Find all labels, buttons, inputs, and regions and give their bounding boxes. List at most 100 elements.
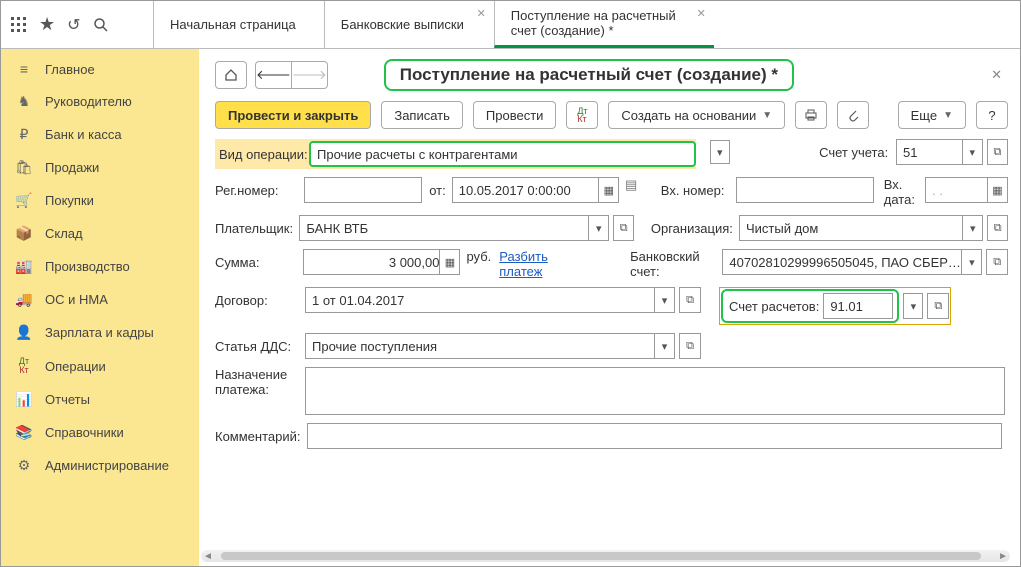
nav-reports[interactable]: 📊Отчеты [1, 383, 199, 416]
payer-combo[interactable]: БАНК ВТБ▾ [299, 215, 609, 241]
calendar-icon[interactable]: ▦ [598, 178, 618, 202]
menu-icon: ≡ [15, 61, 33, 77]
date-input[interactable]: 10.05.2017 0:00:00▦ [452, 177, 620, 203]
nav-sales[interactable]: 🛍Продажи [1, 151, 199, 184]
chart-icon: 📊 [15, 391, 33, 408]
page-title: Поступление на расчетный счет (создание)… [384, 59, 794, 91]
tab-home[interactable]: Начальная страница [153, 1, 324, 48]
dds-label: Статья ДДС: [215, 333, 305, 359]
in-date-label: Вх. дата: [884, 177, 925, 207]
nav-main[interactable]: ≡Главное [1, 53, 199, 85]
nav-hr[interactable]: 👤Зарплата и кадры [1, 316, 199, 349]
tab-bar: Начальная страница Банковские выписки✕ П… [153, 1, 1020, 48]
split-payment-link[interactable]: Разбить платеж [499, 249, 593, 279]
nav-bank[interactable]: ₽Банк и касса [1, 118, 199, 151]
settle-acct-label: Счет расчетов: [729, 299, 823, 314]
dds-open-button[interactable]: ⧉ [679, 333, 701, 359]
nav-warehouse[interactable]: 📦Склад [1, 217, 199, 250]
op-type-label: Вид операции: [219, 141, 309, 167]
manager-icon: ♞ [15, 93, 33, 110]
attach-button[interactable] [837, 101, 869, 129]
dtct-icon: ДтКт [15, 357, 33, 375]
bank-acct-open-button[interactable]: ⧉ [986, 249, 1008, 275]
nav-admin[interactable]: ⚙Администрирование [1, 449, 199, 482]
account-combo[interactable]: 51▾ [896, 139, 983, 165]
books-icon: 📚 [15, 424, 33, 441]
from-label: от: [422, 177, 452, 203]
apps-icon[interactable] [11, 17, 27, 33]
bank-acct-label: Банковский счет: [630, 249, 722, 279]
comment-input[interactable] [307, 423, 1002, 449]
home-button[interactable] [215, 61, 247, 89]
sum-label: Сумма: [215, 249, 303, 275]
nav-purchases[interactable]: 🛒Покупки [1, 184, 199, 217]
nav-production[interactable]: 🏭Производство [1, 250, 199, 283]
title-row: 🡐 🡒 Поступление на расчетный счет (созда… [215, 59, 1008, 91]
org-label: Организация: [651, 215, 739, 241]
ruble-icon: ₽ [15, 126, 33, 143]
gear-icon: ⚙ [15, 457, 33, 474]
more-button[interactable]: Еще▼ [898, 101, 966, 129]
system-buttons: ★ ↺ [1, 1, 153, 48]
bag-icon: 🛍 [15, 159, 33, 176]
payer-open-button[interactable]: ⧉ [613, 215, 634, 241]
in-no-label: Вх. номер: [661, 177, 736, 203]
tab-receipt-create[interactable]: Поступление на расчетный счет (создание)… [494, 1, 714, 48]
nav-operations[interactable]: ДтКтОперации [1, 349, 199, 383]
bank-acct-combo[interactable]: 40702810299996505045, ПАО СБЕРБАНК▾ [722, 249, 982, 275]
nav-assets[interactable]: 🚚ОС и НМА [1, 283, 199, 316]
contract-combo[interactable]: 1 от 01.04.2017▾ [305, 287, 675, 313]
settle-acct-open-button[interactable]: ⧉ [927, 293, 949, 319]
person-icon: 👤 [15, 324, 33, 341]
tab-bank-statements[interactable]: Банковские выписки✕ [324, 1, 494, 48]
content-area: 🡐 🡒 Поступление на расчетный счет (созда… [199, 49, 1020, 566]
top-bar: ★ ↺ Начальная страница Банковские выписк… [1, 1, 1020, 49]
sum-input[interactable]: 3 000,00▦ [303, 249, 460, 275]
linked-icon: ▤ [623, 177, 639, 193]
factory-icon: 🏭 [15, 258, 33, 275]
nav-sidebar: ≡Главное ♞Руководителю ₽Банк и касса 🛍Пр… [1, 49, 199, 566]
nav-manager[interactable]: ♞Руководителю [1, 85, 199, 118]
currency-label: руб. [466, 249, 491, 264]
regno-label: Рег.номер: [215, 177, 304, 203]
post-button[interactable]: Провести [473, 101, 557, 129]
create-based-button[interactable]: Создать на основании▼ [608, 101, 785, 129]
calc-icon[interactable]: ▦ [439, 250, 459, 274]
history-icon[interactable]: ↺ [67, 15, 80, 35]
help-button[interactable]: ? [976, 101, 1008, 129]
post-and-close-button[interactable]: Провести и закрыть [215, 101, 371, 129]
comment-label: Комментарий: [215, 423, 307, 449]
nav-catalogs[interactable]: 📚Справочники [1, 416, 199, 449]
in-date-input[interactable]: . .▦ [925, 177, 1008, 203]
op-type-extra[interactable]: ▾ [704, 139, 819, 165]
save-button[interactable]: Записать [381, 101, 463, 129]
truck-icon: 🚚 [15, 291, 33, 308]
close-icon[interactable]: ✕ [477, 7, 486, 20]
horizontal-scrollbar[interactable]: ◄ ► [201, 550, 1010, 562]
close-form-button[interactable]: ✕ [985, 63, 1008, 87]
contract-label: Договор: [215, 287, 305, 313]
settle-acct-dropdown[interactable]: ▾ [903, 293, 923, 319]
purpose-label: Назначение платежа: [215, 367, 305, 397]
print-button[interactable] [795, 101, 827, 129]
account-label: Счет учета: [819, 139, 896, 165]
dtct-button[interactable]: ДтКт [566, 101, 598, 129]
forward-button[interactable]: 🡒 [292, 61, 328, 89]
close-icon[interactable]: ✕ [697, 7, 706, 20]
purpose-input[interactable] [305, 367, 1005, 415]
contract-open-button[interactable]: ⧉ [679, 287, 701, 313]
in-no-input[interactable] [736, 177, 874, 203]
settle-acct-input[interactable]: 91.01 [823, 293, 893, 319]
calendar-icon[interactable]: ▦ [987, 178, 1007, 202]
account-open-button[interactable]: ⧉ [987, 139, 1008, 165]
star-icon[interactable]: ★ [39, 14, 55, 35]
op-type-combo[interactable]: Прочие расчеты с контрагентами [309, 141, 696, 167]
org-open-button[interactable]: ⧉ [987, 215, 1008, 241]
back-button[interactable]: 🡐 [255, 61, 292, 89]
command-bar: Провести и закрыть Записать Провести ДтК… [215, 101, 1008, 129]
org-combo[interactable]: Чистый дом▾ [739, 215, 983, 241]
regno-input[interactable] [304, 177, 422, 203]
dds-combo[interactable]: Прочие поступления▾ [305, 333, 675, 359]
cart-icon: 🛒 [15, 192, 33, 209]
search-icon[interactable] [93, 17, 109, 33]
